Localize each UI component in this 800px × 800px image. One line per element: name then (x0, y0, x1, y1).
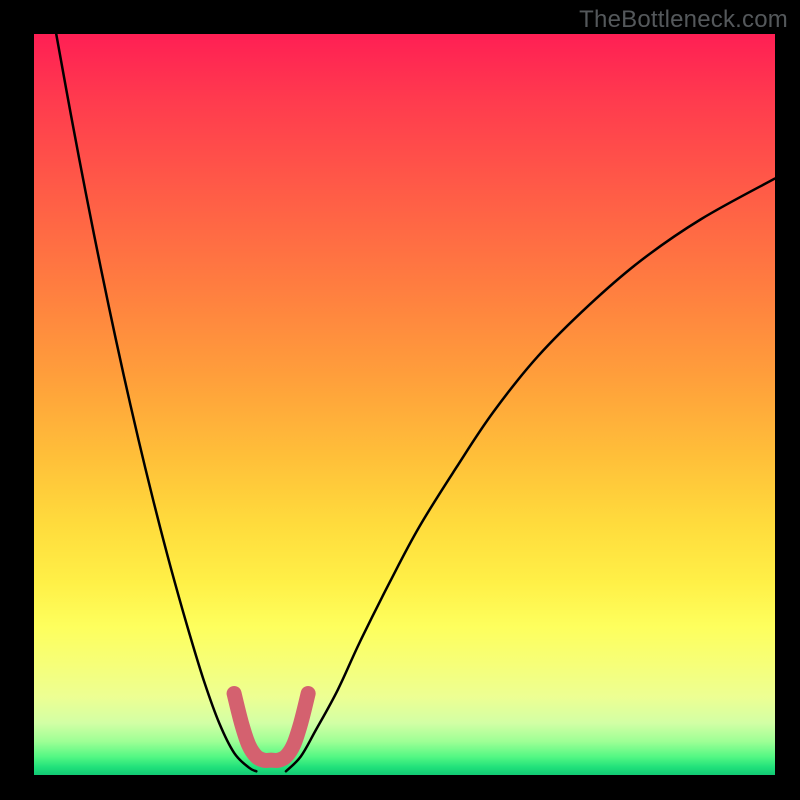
chart-frame: TheBottleneck.com (0, 0, 800, 800)
gradient-background (34, 34, 775, 775)
plot-area (34, 34, 775, 775)
watermark-text: TheBottleneck.com (579, 6, 788, 34)
chart-svg (34, 34, 775, 775)
